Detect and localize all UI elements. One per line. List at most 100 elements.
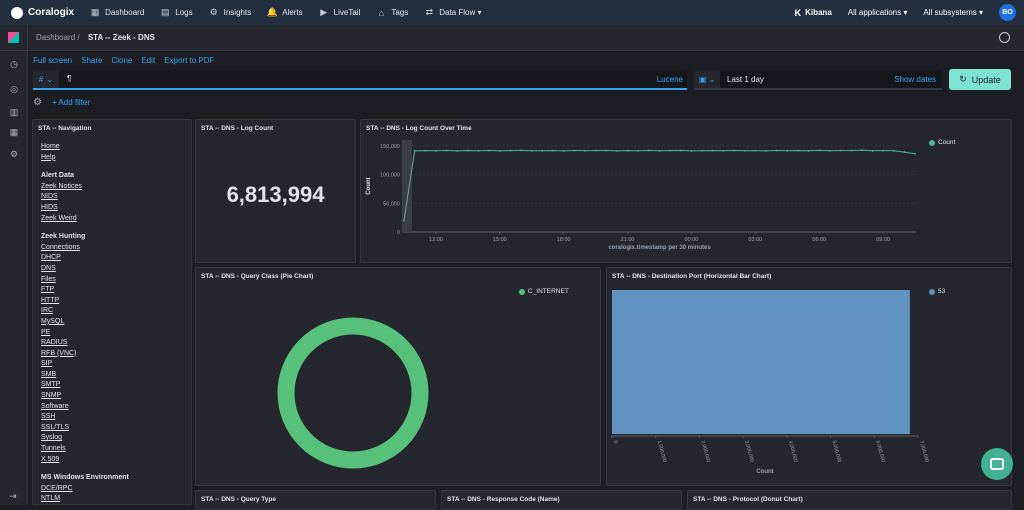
nav-link-http[interactable]: HTTP — [41, 296, 129, 307]
count-data-point — [466, 149, 469, 152]
nav-link-smb[interactable]: SMB — [41, 370, 129, 381]
count-data-point — [424, 149, 427, 152]
nav-link-tunnels[interactable]: Tunnels — [41, 444, 129, 455]
nav-link-x-509[interactable]: X.509 — [41, 455, 129, 466]
nav-link-connections[interactable]: Connections — [41, 243, 129, 254]
nav-item-tags[interactable]: ⌂ Tags — [376, 8, 409, 18]
legend-dot — [519, 288, 525, 295]
y-tick-label: 50,000 — [383, 201, 400, 207]
menu-edit[interactable]: Edit — [141, 56, 155, 65]
visualize-icon[interactable]: ▥ — [9, 107, 19, 117]
count-series-line — [403, 149, 916, 221]
log-count-metric: 6,813,994 — [226, 182, 325, 207]
count-data-point — [552, 149, 554, 152]
menu-share[interactable]: Share — [81, 56, 102, 65]
applications-label: All applications — [847, 8, 902, 17]
horizontal-bar-chart: 0 1,000,000 2,000,000 3,000,000 4,000,000 5,0… — [611, 290, 930, 475]
time-range-value[interactable]: Last 1 day — [727, 75, 764, 84]
count-data-point — [765, 149, 767, 152]
add-filter-link[interactable]: + Add filter — [52, 98, 90, 107]
insights-icon: ⚙ — [209, 7, 218, 17]
nav-group-heading: Zeek Hunting — [41, 233, 86, 241]
panel-title: STA -- DNS - Query Type — [201, 496, 276, 503]
nav-item-logs[interactable]: ▤ Logs — [160, 7, 193, 18]
nav-link-ntlm[interactable]: NTLM — [41, 494, 129, 505]
user-avatar[interactable]: BO — [999, 4, 1016, 21]
nav-link-radius[interactable]: RADIUS — [41, 338, 129, 349]
nav-link-sip[interactable]: SIP — [41, 359, 129, 370]
nav-link-zeek-notices[interactable]: Zeek Notices — [41, 182, 129, 193]
help-icon[interactable] — [999, 32, 1010, 43]
nav-link-irc[interactable]: IRC — [41, 306, 129, 317]
menu-clone[interactable]: Clone — [111, 56, 132, 65]
brand[interactable]: Coralogix — [11, 6, 74, 19]
dashboard-icon[interactable]: ▦ — [9, 127, 19, 137]
nav-item-insights[interactable]: ⚙ Insights — [209, 7, 252, 18]
count-data-point — [796, 149, 799, 152]
nav-link-zeek-weird[interactable]: Zeek Weird — [41, 214, 129, 225]
nav-link-syslog[interactable]: Syslog — [41, 433, 129, 444]
kibana-home-button[interactable] — [0, 24, 28, 51]
nav-link-ssl-tls[interactable]: SSL/TLS — [41, 423, 129, 434]
play-icon: ▶ — [320, 7, 328, 17]
chat-support-button[interactable] — [981, 448, 1013, 480]
nav-link-snmp[interactable]: SNMP — [41, 391, 129, 402]
nav-link-dns[interactable]: DNS — [41, 264, 129, 275]
nav-item-livetail[interactable]: ▶ LiveTail — [319, 7, 360, 18]
show-dates-link[interactable]: Show dates — [894, 75, 936, 84]
nav-item-data-flow[interactable]: ⇄ Data Flow ▾ — [424, 7, 481, 18]
nav-link-dce-rpc[interactable]: DCE/RPC — [41, 484, 129, 495]
management-gear-icon[interactable]: ⚙ — [9, 149, 19, 159]
navigation-panel: STA -- Navigation Home Help Alert Data Zeek… — [32, 119, 192, 505]
nav-link-smtp[interactable]: SMTP — [41, 380, 129, 391]
x-tick-label: 18:00 — [557, 237, 571, 243]
legend-item-c-internet[interactable]: C_INTERNET — [519, 288, 569, 295]
nav-link-nids[interactable]: NIDS — [41, 192, 129, 203]
query-class-panel: STA -- DNS - Query Class (Pie Chart) C_I… — [195, 267, 601, 486]
nav-link-files[interactable]: Files — [41, 275, 129, 286]
search-input[interactable]: ¶ — [67, 74, 71, 83]
nav-link-ftp[interactable]: FTP — [41, 285, 129, 296]
count-data-point — [498, 149, 501, 152]
legend-label: 53 — [938, 288, 946, 295]
nav-link-rfb-vnc[interactable]: RFB (VNC) — [41, 349, 129, 360]
legend-item-count[interactable]: Count — [929, 139, 955, 146]
applications-dropdown[interactable]: All applications ▾ — [848, 8, 908, 17]
refresh-icon: ↻ — [959, 74, 967, 84]
menu-full-screen[interactable]: Full screen — [33, 56, 72, 65]
nav-group-heading: MS Windows Environment — [41, 474, 129, 482]
count-data-point — [477, 149, 480, 152]
count-data-point — [679, 149, 682, 152]
filter-settings-gear-icon[interactable]: ⚙ — [33, 97, 42, 108]
menu-export-to-pdf[interactable]: Export to PDF — [164, 56, 214, 65]
update-button[interactable]: ↻ Update — [949, 69, 1011, 90]
nav-link-software[interactable]: Software — [41, 402, 129, 413]
subsystems-dropdown[interactable]: All subsystems ▾ — [923, 8, 983, 17]
recent-clock-icon[interactable]: ◷ — [9, 59, 19, 69]
subsystems-label: All subsystems — [923, 8, 977, 17]
lucene-language-toggle[interactable]: Lucene — [657, 75, 683, 84]
nav-link-home[interactable]: Home — [41, 142, 129, 153]
count-data-point — [509, 149, 512, 152]
nav-link-pe[interactable]: PE — [41, 328, 129, 339]
legend-item-53[interactable]: 53 — [929, 288, 945, 295]
calendar-icon[interactable]: ▣ ⌄ — [694, 70, 720, 88]
nav-link-hids[interactable]: HIDS — [41, 203, 129, 214]
data-flow-icon: ⇄ — [425, 7, 434, 17]
nav-link-ssh[interactable]: SSH — [41, 412, 129, 423]
x-tick-label: 00:00 — [685, 237, 699, 243]
count-data-point — [435, 149, 437, 152]
kibana-label: Kibana — [805, 8, 832, 17]
nav-link-help[interactable]: Help — [41, 153, 129, 164]
query-language-button[interactable]: # ⌄ — [33, 70, 59, 88]
nav-link-dhcp[interactable]: DHCP — [41, 253, 129, 264]
nav-item-alerts[interactable]: 🔔 Alerts — [267, 7, 303, 18]
collapse-menu-icon[interactable]: ⇥ — [9, 491, 17, 502]
kibana-link[interactable]: K Kibana — [795, 8, 832, 18]
discover-compass-icon[interactable]: ◎ — [9, 84, 19, 94]
breadcrumb-dashboard[interactable]: Dashboard — [36, 33, 75, 42]
count-data-point — [658, 149, 661, 152]
nav-item-dashboard[interactable]: ▦ Dashboard — [90, 7, 144, 18]
nav-item-label: Insights — [223, 8, 252, 17]
nav-link-mysql[interactable]: MySQL — [41, 317, 129, 328]
